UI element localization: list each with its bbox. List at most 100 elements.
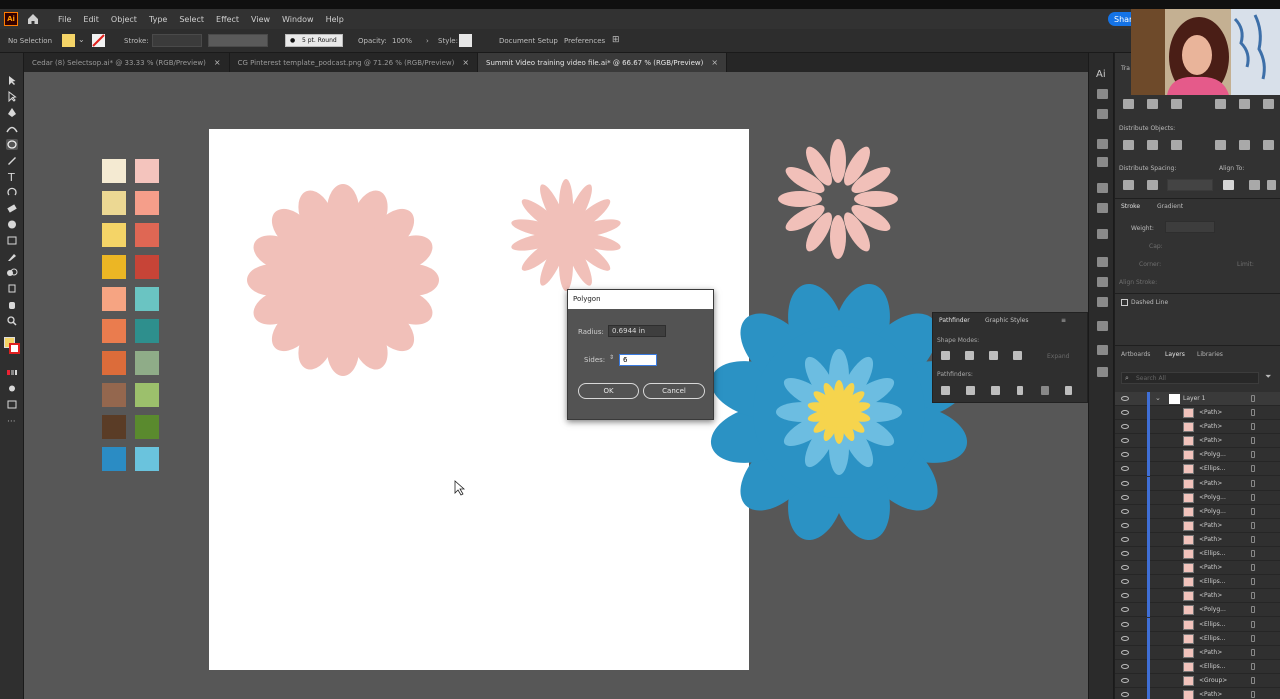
cancel-button[interactable]: Cancel — [643, 383, 705, 399]
hand-tool-icon[interactable] — [6, 299, 18, 310]
align-bottom-icon[interactable] — [1263, 99, 1274, 109]
layer-row[interactable]: <Path> — [1115, 434, 1280, 449]
minus-back-icon[interactable] — [1065, 386, 1072, 395]
layer-row[interactable]: <Path> — [1115, 688, 1280, 699]
layer-row[interactable]: <Path> — [1115, 518, 1280, 533]
ok-button[interactable]: OK — [578, 383, 639, 399]
more-tools-icon[interactable]: ··· — [7, 417, 16, 427]
swatch-left-4[interactable] — [102, 255, 126, 279]
visibility-icon[interactable] — [1121, 692, 1129, 697]
visibility-icon[interactable] — [1121, 565, 1129, 571]
blend-tool-icon[interactable] — [6, 267, 18, 278]
swatch-right-8[interactable] — [135, 383, 159, 407]
crop-icon[interactable] — [1017, 386, 1023, 395]
transparency-icon[interactable] — [1097, 321, 1108, 331]
stroke-swatch[interactable] — [92, 34, 105, 47]
links-icon[interactable] — [1097, 203, 1108, 213]
sides-field[interactable]: 6 — [619, 354, 657, 366]
swatch-left-1[interactable] — [102, 159, 126, 183]
menu-effect[interactable]: Effect — [216, 15, 239, 24]
layer-row[interactable]: <Polyg... — [1115, 448, 1280, 463]
distribute-right-icon[interactable] — [1263, 140, 1274, 150]
visibility-icon[interactable] — [1121, 607, 1129, 613]
document-setup-button[interactable]: Document Setup — [499, 37, 558, 45]
paragraph-icon[interactable] — [1097, 89, 1108, 99]
close-icon[interactable]: × — [462, 58, 469, 67]
ellipse-tool-icon[interactable] — [6, 139, 18, 150]
layer-row[interactable]: <Path> — [1115, 476, 1280, 491]
pink-petal-flower-small[interactable] — [510, 179, 622, 291]
fill-dropdown-icon[interactable]: ⌄ — [78, 35, 85, 44]
menu-window[interactable]: Window — [282, 15, 314, 24]
lock-icon[interactable] — [1251, 423, 1255, 431]
vertical-spacing-icon[interactable] — [1123, 180, 1134, 190]
stroke-icon[interactable] — [1097, 345, 1108, 355]
menu-edit[interactable]: Edit — [83, 15, 99, 24]
brush-definition[interactable]: ● 5 pt. Round — [285, 34, 343, 47]
lock-icon[interactable] — [1251, 521, 1255, 529]
distribute-vcenter-icon[interactable] — [1147, 140, 1158, 150]
appearance-icon[interactable] — [1097, 297, 1108, 307]
symbols-icon[interactable] — [1097, 157, 1108, 167]
layer-row[interactable]: <Polyg... — [1115, 504, 1280, 519]
swatch-left-9[interactable] — [102, 415, 126, 439]
visibility-icon[interactable] — [1121, 424, 1129, 430]
screen-mode-icon[interactable] — [6, 399, 18, 410]
layer-row[interactable]: <Polyg... — [1115, 603, 1280, 618]
warp-tool-icon[interactable] — [6, 219, 18, 230]
swatch-right-2[interactable] — [135, 191, 159, 215]
layer-row[interactable]: <Ellips... — [1115, 547, 1280, 561]
lock-icon[interactable] — [1251, 479, 1255, 487]
align-middle-icon[interactable] — [1239, 99, 1250, 109]
merge-icon[interactable] — [991, 386, 1000, 395]
swatch-left-3[interactable] — [102, 223, 126, 247]
pink-scalloped-flower[interactable] — [247, 184, 439, 376]
draw-mode-icon[interactable] — [6, 383, 18, 394]
lock-icon[interactable] — [1251, 493, 1255, 501]
swatch-right-7[interactable] — [135, 351, 159, 375]
swatch-left-10[interactable] — [102, 447, 126, 471]
visibility-icon[interactable] — [1121, 494, 1129, 500]
align-to-key-object-icon[interactable] — [1267, 180, 1276, 190]
layer-row[interactable]: <Path> — [1115, 406, 1280, 420]
trim-icon[interactable] — [966, 386, 975, 395]
doc-tab-summit[interactable]: Summit Video training video file.ai* @ 6… — [478, 53, 728, 72]
opacity-arrow-icon[interactable]: › — [426, 37, 429, 45]
lock-icon[interactable] — [1251, 451, 1255, 459]
color-mode-icon[interactable] — [6, 367, 18, 378]
align-to-selection-icon[interactable] — [1249, 180, 1260, 190]
rotate-tool-icon[interactable] — [6, 187, 18, 198]
lock-icon[interactable] — [1251, 648, 1255, 656]
unite-icon[interactable] — [941, 351, 950, 360]
radius-field[interactable]: 0.6944 in — [608, 325, 666, 337]
stroke-color-indicator[interactable] — [9, 343, 20, 354]
menu-file[interactable]: File — [58, 15, 71, 24]
swatch-left-6[interactable] — [102, 319, 126, 343]
close-icon[interactable]: × — [711, 58, 718, 67]
swatch-right-9[interactable] — [135, 415, 159, 439]
free-transform-tool-icon[interactable] — [6, 235, 18, 246]
visibility-icon[interactable] — [1121, 536, 1129, 542]
tab-graphic-styles[interactable]: Graphic Styles — [985, 317, 1028, 324]
layer-row[interactable]: <Ellips... — [1115, 659, 1280, 674]
swatch-left-7[interactable] — [102, 351, 126, 375]
lock-icon[interactable] — [1251, 437, 1255, 445]
visibility-icon[interactable] — [1121, 551, 1129, 556]
swatch-left-2[interactable] — [102, 191, 126, 215]
lock-icon[interactable] — [1251, 691, 1255, 698]
swatches-icon[interactable] — [1097, 257, 1108, 267]
visibility-icon[interactable] — [1121, 438, 1129, 444]
swatch-right-5[interactable] — [135, 287, 159, 311]
visibility-icon[interactable] — [1121, 410, 1129, 415]
opacity-value[interactable]: 100% — [392, 37, 412, 45]
lock-icon[interactable] — [1251, 535, 1255, 543]
layer-row[interactable]: <Ellips... — [1115, 631, 1280, 646]
menu-type[interactable]: Type — [149, 15, 167, 24]
exclude-icon[interactable] — [1013, 351, 1022, 360]
layer-row-top[interactable]: ⌄ Layer 1 — [1115, 392, 1280, 406]
lock-icon[interactable] — [1251, 676, 1255, 684]
sides-stepper-icon[interactable]: ⇕ — [609, 354, 614, 361]
lock-icon[interactable] — [1251, 620, 1255, 628]
menu-view[interactable]: View — [251, 15, 270, 24]
doc-tab-pinterest[interactable]: CG Pinterest template_podcast.png @ 71.2… — [230, 53, 479, 72]
